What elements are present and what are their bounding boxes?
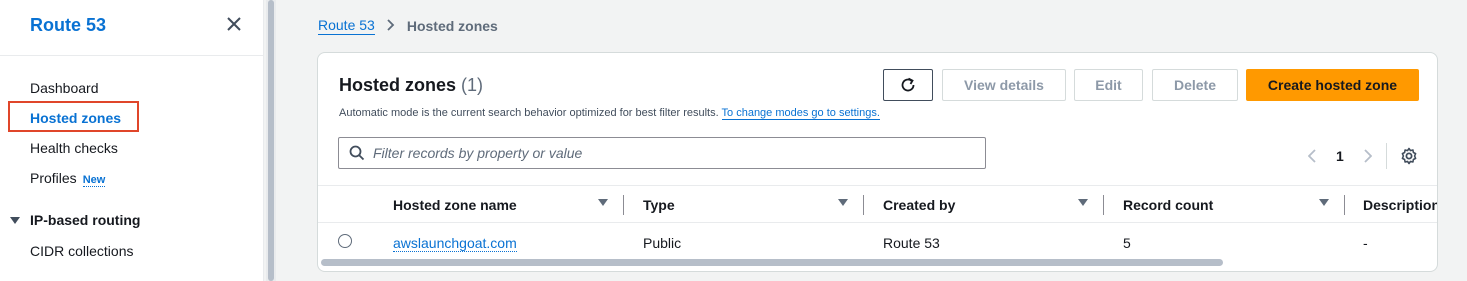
sidebar-section-ip-routing[interactable]: IP-based routing xyxy=(10,212,140,228)
column-divider[interactable] xyxy=(1344,195,1345,215)
refresh-button[interactable] xyxy=(883,69,933,101)
sidebar-item-hosted-zones[interactable]: Hosted zones xyxy=(30,110,121,126)
search-icon xyxy=(349,145,365,161)
horizontal-scrollbar[interactable] xyxy=(321,259,1223,266)
sidebar-item-health-checks[interactable]: Health checks xyxy=(30,140,118,156)
hosted-zone-name-cell: awslaunchgoat.com xyxy=(393,235,517,252)
pagination: 1 xyxy=(1302,143,1419,169)
caret-down-icon xyxy=(10,216,20,224)
column-header-name[interactable]: Hosted zone name xyxy=(393,186,517,224)
create-hosted-zone-button[interactable]: Create hosted zone xyxy=(1246,69,1419,101)
pager-divider xyxy=(1385,143,1387,169)
description-cell: - xyxy=(1363,235,1368,251)
sort-icon[interactable] xyxy=(838,199,848,206)
column-divider[interactable] xyxy=(623,195,624,215)
panel-description: Automatic mode is the current search beh… xyxy=(339,107,880,120)
panel-title: Hosted zones (1) xyxy=(339,75,483,96)
gear-icon[interactable] xyxy=(1399,146,1419,166)
column-header-created-by[interactable]: Created by xyxy=(883,186,955,224)
page-number[interactable]: 1 xyxy=(1336,148,1344,164)
column-header-description[interactable]: Description xyxy=(1363,186,1437,224)
refresh-icon xyxy=(901,77,915,92)
sidebar-item-dashboard[interactable]: Dashboard xyxy=(30,80,99,96)
row-select-radio[interactable] xyxy=(338,234,352,248)
column-header-type[interactable]: Type xyxy=(643,186,675,224)
sidebar-item-label: Profiles xyxy=(30,170,77,186)
edit-button[interactable]: Edit xyxy=(1074,69,1143,101)
created-by-cell: Route 53 xyxy=(883,235,940,251)
sort-icon[interactable] xyxy=(598,199,608,206)
table-row[interactable]: awslaunchgoat.com Public Route 53 5 - xyxy=(318,223,1437,263)
search-input[interactable] xyxy=(373,145,973,161)
side-navigation: Route 53 Dashboard Hosted zones Health c… xyxy=(0,0,264,281)
filter-search-box[interactable] xyxy=(338,137,986,169)
description-text: Automatic mode is the current search beh… xyxy=(339,107,719,119)
settings-link[interactable]: To change modes go to settings. xyxy=(721,107,880,120)
table-header: Hosted zone name Type Created by Record … xyxy=(318,185,1437,224)
sort-icon[interactable] xyxy=(1078,199,1088,206)
delete-button[interactable]: Delete xyxy=(1152,69,1238,101)
breadcrumb-current: Hosted zones xyxy=(406,18,498,34)
chevron-right-icon[interactable] xyxy=(1358,146,1378,166)
column-divider[interactable] xyxy=(1103,195,1104,215)
column-header-record-count[interactable]: Record count xyxy=(1123,186,1213,224)
breadcrumb: Route 53 Hosted zones xyxy=(318,17,498,35)
scrollbar-thumb[interactable] xyxy=(268,0,274,281)
hosted-zones-panel: Hosted zones (1) Automatic mode is the c… xyxy=(317,52,1438,272)
panel-title-text: Hosted zones xyxy=(339,75,457,95)
close-icon[interactable] xyxy=(224,14,244,34)
breadcrumb-root-link[interactable]: Route 53 xyxy=(318,17,375,35)
type-cell: Public xyxy=(643,235,682,251)
sidebar-header: Route 53 xyxy=(0,0,263,56)
chevron-left-icon[interactable] xyxy=(1302,146,1322,166)
record-count-cell: 5 xyxy=(1123,235,1131,251)
section-label: IP-based routing xyxy=(30,212,141,228)
column-divider[interactable] xyxy=(863,195,864,215)
panel-count: (1) xyxy=(461,75,484,95)
sidebar-item-cidr-collections[interactable]: CIDR collections xyxy=(30,243,133,259)
hosted-zone-link[interactable]: awslaunchgoat.com xyxy=(393,235,517,252)
view-details-button[interactable]: View details xyxy=(942,69,1066,101)
chevron-right-icon xyxy=(387,18,395,34)
new-badge: New xyxy=(82,174,106,187)
sidebar-title[interactable]: Route 53 xyxy=(30,15,106,36)
sort-icon[interactable] xyxy=(1319,199,1329,206)
sidebar-item-profiles[interactable]: Profiles New xyxy=(30,170,106,187)
